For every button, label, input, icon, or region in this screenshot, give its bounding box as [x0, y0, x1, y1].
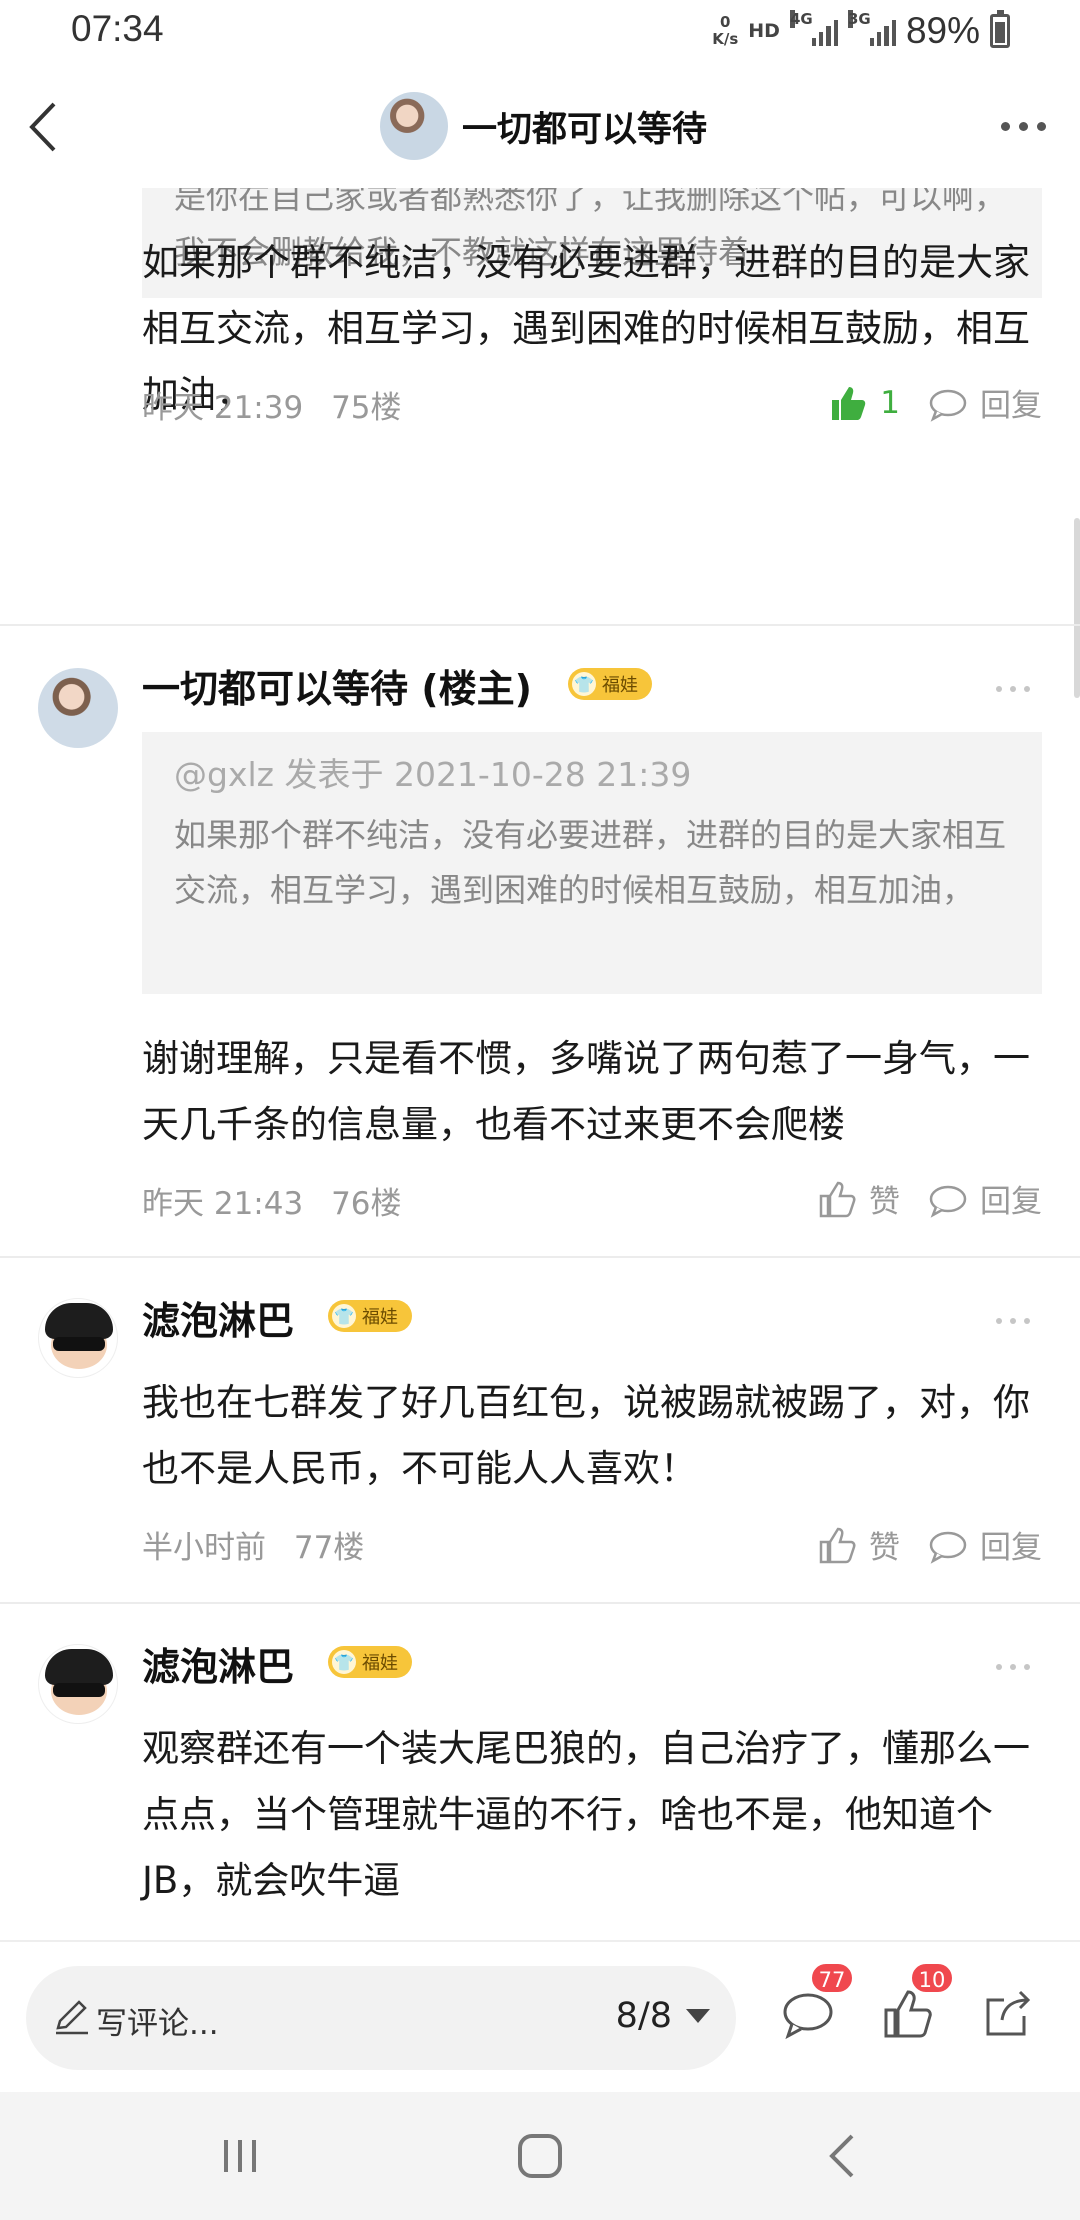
status-icons: 0 K/s HD 4G 3G 89% [712, 10, 1010, 52]
signal-icon-2: 3G [847, 10, 896, 46]
reply-button[interactable]: 回复 [928, 1522, 1042, 1567]
floor-number: 75楼 [331, 390, 402, 426]
hd-indicator: HD [748, 20, 780, 42]
system-nav-bar [0, 2092, 1080, 2220]
level-badge: 👕 福娃 [328, 1646, 412, 1678]
recent-apps-button[interactable] [208, 2124, 272, 2188]
comment-actions: 1 回复 [828, 380, 1042, 425]
top-bar: 一切都可以等待 [0, 66, 1080, 188]
thumbs-up-icon [819, 1181, 856, 1217]
comments-button[interactable]: 77 [780, 1962, 854, 2042]
comment-count-badge: 77 [810, 1962, 854, 1994]
comment-input[interactable]: 写评论... 8/8 [26, 1966, 736, 2070]
level-badge: 👕 福娃 [328, 1300, 412, 1332]
pencil-icon [56, 2000, 88, 2035]
recent-apps-icon [224, 2140, 256, 2172]
thread-author[interactable]: 一切都可以等待 [380, 92, 707, 160]
shirt-icon: 👕 [332, 1650, 356, 1674]
author-avatar[interactable] [380, 92, 448, 160]
divider [0, 624, 1080, 626]
battery-fill [995, 21, 1005, 43]
shirt-icon: 👕 [332, 1304, 356, 1328]
like-button[interactable]: 1 [828, 383, 900, 423]
like-thread-button[interactable]: 10 [880, 1962, 954, 2042]
chevron-left-icon [829, 2134, 854, 2178]
network-type-label-2: 3G [847, 10, 871, 28]
quote-text: 如果那个群不纯洁，没有必要进群，进群的目的是大家相互交流，相互学习，遇到困难的时… [174, 816, 1007, 909]
floor-number: 76楼 [331, 1186, 402, 1222]
username[interactable]: 一切都可以等待 (楼主) [142, 658, 532, 713]
comment-time: 昨天 21:39 [142, 390, 304, 426]
comment-time: 半小时前 [142, 1530, 266, 1566]
comment-text: 谢谢理解，只是看不惯，多嘴说了两句惹了一身气，一天几千条的信息量，也看不过来更不… [142, 1037, 1030, 1146]
thumbs-up-icon [819, 1527, 856, 1563]
page-title: 一切都可以等待 [462, 109, 708, 150]
like-count-badge: 10 [910, 1962, 954, 1994]
comment-bubble-icon [929, 1185, 967, 1218]
comment-actions: 赞 回复 [817, 1522, 1042, 1567]
comment-text: 我也在七群发了好几百红包，说被踢就被踢了，对，你也不是人民币，不可能人人喜欢！ [142, 1381, 1030, 1490]
scrollbar[interactable] [1074, 518, 1080, 698]
comment-text: 观察群还有一个装大尾巴狼的，自己治疗了，懂那么一点点，当个管理就牛逼的不行，啥也… [142, 1727, 1030, 1902]
username[interactable]: 滤泡淋巴 [142, 1290, 294, 1345]
post-more-button[interactable] [996, 1318, 1030, 1324]
comment-placeholder: 写评论... [96, 2006, 219, 2042]
more-options-button[interactable] [1001, 122, 1046, 131]
status-time: 07:34 [71, 8, 164, 49]
comment-meta: 昨天 21:43 76楼 [142, 1178, 402, 1223]
more-horizontal-icon [1001, 122, 1010, 131]
comment-bubble-icon [929, 389, 967, 422]
quote-header: @gxlz 发表于 2021-10-28 21:39 [174, 755, 692, 794]
divider [0, 1602, 1080, 1604]
comment-meta: 半小时前 77楼 [142, 1522, 364, 1567]
divider [0, 1256, 1080, 1258]
username[interactable]: 滤泡淋巴 [142, 1636, 294, 1691]
share-button[interactable] [980, 1986, 1036, 2042]
system-back-button[interactable] [812, 2124, 876, 2188]
home-icon [518, 2134, 562, 2178]
battery-percent: 89% [905, 10, 980, 51]
home-button[interactable] [508, 2124, 572, 2188]
comment-list[interactable]: 是你在自己家或者都熟悉你了，让我删除这个帖，可以啊，我不会删教给我，不教就这样在… [0, 188, 1080, 1940]
status-bar: 07:34 0 K/s HD 4G 3G 89% [0, 0, 1080, 66]
caret-down-icon [686, 2009, 710, 2023]
network-speed: 0 K/s [712, 13, 739, 48]
shirt-icon: 👕 [572, 672, 596, 696]
post-more-button[interactable] [996, 686, 1030, 692]
avatar[interactable] [38, 1298, 118, 1378]
post-more-button[interactable] [996, 1664, 1030, 1670]
signal-icon: 4G [789, 10, 838, 46]
network-type-label: 4G [789, 10, 813, 28]
floor-number: 77楼 [293, 1530, 365, 1566]
like-count: 1 [880, 384, 900, 421]
comment-bubble-icon [929, 1531, 967, 1564]
page-indicator: 8/8 [615, 1996, 672, 2036]
comment-actions: 赞 回复 [817, 1176, 1042, 1221]
chevron-left-icon [29, 102, 56, 152]
back-button[interactable] [16, 94, 76, 160]
thumbs-up-filled-icon [832, 386, 866, 420]
quote-block: @gxlz 发表于 2021-10-28 21:39 如果那个群不纯洁，没有必要… [142, 732, 1042, 994]
bottom-bar: 写评论... 8/8 77 10 [0, 1940, 1080, 2094]
level-badge: 👕 福娃 [568, 668, 652, 700]
comment-time: 昨天 21:43 [142, 1186, 304, 1222]
like-button[interactable]: 赞 [817, 1176, 900, 1221]
page-selector[interactable]: 8/8 [616, 1996, 710, 2036]
like-button[interactable]: 赞 [817, 1522, 900, 1567]
reply-button[interactable]: 回复 [928, 380, 1042, 425]
battery-icon [990, 10, 1010, 48]
avatar[interactable] [38, 668, 118, 748]
share-icon [986, 1990, 1031, 2036]
avatar[interactable] [38, 1644, 118, 1724]
comment-meta: 昨天 21:39 75楼 [142, 382, 402, 427]
reply-button[interactable]: 回复 [928, 1176, 1042, 1221]
